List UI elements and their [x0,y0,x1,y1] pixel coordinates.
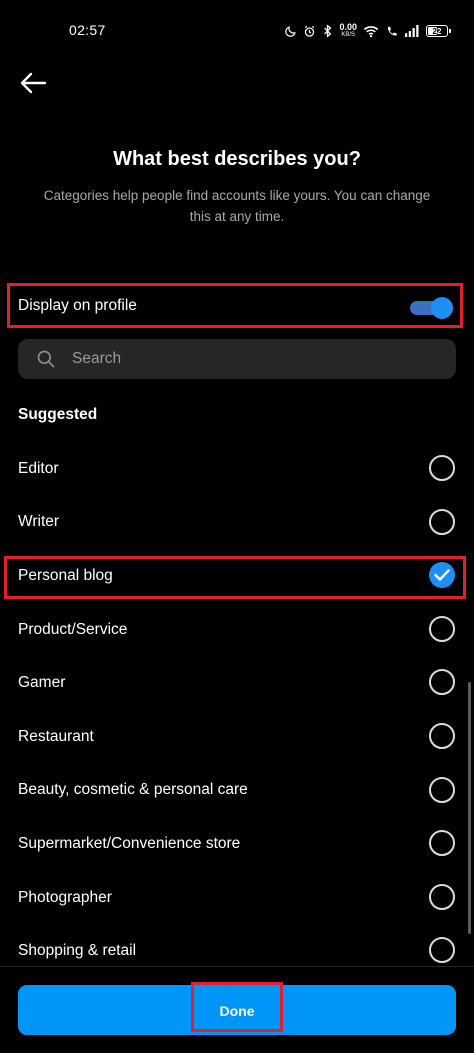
list-item[interactable]: Writer [0,496,474,550]
search-input[interactable] [72,350,412,368]
status-icons: 0.00 KB/S 22 [284,22,451,40]
radio-button-selected[interactable] [429,562,455,589]
list-item[interactable]: Gamer [0,656,474,710]
volte-call-icon [388,26,397,35]
list-item-label: Beauty, cosmetic & personal care [18,781,248,799]
category-list: Editor Writer Personal blog Product/Serv… [0,442,474,978]
done-button[interactable]: Done [18,985,456,1035]
radio-button[interactable] [429,883,455,910]
list-item-label: Editor [18,459,59,477]
list-item[interactable]: Restaurant [0,710,474,764]
list-item[interactable]: Personal blog [0,549,474,603]
radio-button[interactable] [429,722,455,749]
signal-icon [405,25,419,37]
list-item[interactable]: Editor [0,442,474,496]
checkmark-icon [434,569,450,581]
list-item[interactable]: Beauty, cosmetic & personal care [0,764,474,818]
page-title: What best describes you? [113,148,361,170]
network-speed: 0.00 KB/S [339,23,357,39]
search-box[interactable] [18,339,456,379]
radio-button[interactable] [429,669,455,696]
list-item-label: Photographer [18,888,112,906]
list-item-label: Personal blog [18,566,113,584]
list-item-label: Shopping & retail [18,942,137,960]
battery-icon: 22 [426,25,451,37]
radio-button[interactable] [429,830,455,857]
list-item[interactable]: Photographer [0,871,474,925]
list-item-label: Restaurant [18,727,94,745]
display-on-profile-toggle[interactable] [410,297,453,319]
list-item-label: Product/Service [18,620,128,638]
suggested-section-label: Suggested [18,406,98,423]
list-item[interactable]: Product/Service [0,603,474,657]
list-item-label: Writer [18,513,60,531]
radio-button[interactable] [429,937,455,964]
list-item[interactable]: Supermarket/Convenience store [0,817,474,871]
bluetooth-icon [324,24,332,38]
page-subtitle: Categories help people find accounts lik… [43,188,431,224]
alarm-icon [305,25,315,37]
radio-button[interactable] [429,776,455,803]
radio-button[interactable] [429,508,455,535]
done-button-label: Done [219,1003,255,1019]
list-item-label: Supermarket/Convenience store [18,834,241,852]
radio-button[interactable] [429,455,455,481]
network-speed-value: 0.00 [339,22,357,32]
display-on-profile-row: Display on profile [7,283,463,328]
search-icon [37,350,55,368]
status-bar: 02:57 0.00 KB/S 22 [0,0,474,60]
wifi-icon [363,25,379,37]
scrollbar[interactable] [468,682,471,934]
network-speed-unit: KB/S [341,32,356,38]
arrow-left-icon [20,72,47,94]
status-time: 02:57 [69,22,106,38]
moon-icon [285,25,297,37]
battery-level: 22 [432,26,442,36]
display-on-profile-label: Display on profile [18,296,137,314]
radio-button[interactable] [429,615,455,642]
list-item-label: Gamer [18,674,66,692]
back-button[interactable] [16,66,50,100]
toggle-thumb [431,297,453,319]
